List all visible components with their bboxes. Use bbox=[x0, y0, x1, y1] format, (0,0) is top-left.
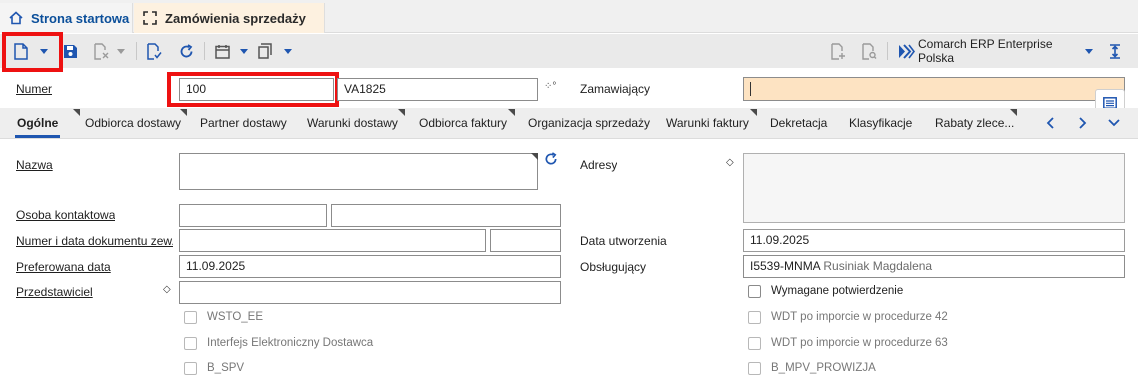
annotation-highlight bbox=[2, 32, 63, 72]
section-tab-strip: Ogólne Odbiorca dostawy Partner dostawy … bbox=[0, 108, 1138, 139]
tab-marker bbox=[180, 109, 187, 116]
wymagane-potwierdzenie-checkbox[interactable] bbox=[748, 285, 761, 298]
interfejs-label: Interfejs Elektroniczny Dostawca bbox=[207, 337, 374, 349]
wsto-ee-label: WSTO_EE bbox=[207, 311, 264, 323]
zamawiajacy-label: Zamawiający bbox=[580, 82, 651, 96]
numer-dokumentu-field[interactable] bbox=[179, 229, 486, 252]
refresh-name-icon[interactable] bbox=[544, 152, 558, 169]
preferowana-data-field[interactable]: 11.09.2025 bbox=[179, 255, 561, 278]
tab-home-label: Strona startowa bbox=[31, 10, 130, 26]
tab-scroll-left-icon[interactable] bbox=[1045, 116, 1057, 133]
adresy-field[interactable] bbox=[743, 153, 1125, 223]
company-logo-icon bbox=[896, 40, 916, 62]
check-document-icon[interactable] bbox=[145, 40, 163, 62]
wymagane-potwierdzenie-label: Wymagane potwierdzenie bbox=[771, 285, 904, 297]
section-tab-partner-dostawy[interactable]: Partner dostawy bbox=[200, 108, 287, 139]
section-tab-rabaty[interactable]: Rabaty zlece... bbox=[935, 108, 1014, 139]
print-dropdown[interactable] bbox=[282, 40, 294, 62]
interfejs-checkbox[interactable] bbox=[184, 337, 197, 350]
toolbar-divider bbox=[204, 42, 205, 60]
obslugujacy-field[interactable]: I5539-MNMA Rusiniak Magdalena bbox=[743, 255, 1125, 278]
wdt-63-label: WDT po imporcie w procedurze 63 bbox=[771, 337, 948, 349]
text-cursor bbox=[750, 82, 751, 96]
tab-marker bbox=[73, 109, 80, 116]
section-tab-klasyfikacje[interactable]: Klasyfikacje bbox=[849, 108, 912, 139]
przedstawiciel-field[interactable] bbox=[179, 281, 561, 304]
numer-label: Numer bbox=[16, 82, 53, 96]
toolbar: Comarch ERP Enterprise Polska bbox=[0, 34, 1138, 68]
data-dokumentu-field[interactable] bbox=[490, 229, 561, 252]
tab-overflow-icon[interactable] bbox=[1107, 117, 1121, 132]
tab-scroll-right-icon[interactable] bbox=[1076, 116, 1088, 133]
tab-marker bbox=[508, 109, 515, 116]
company-selector[interactable]: Comarch ERP Enterprise Polska bbox=[918, 37, 1080, 65]
obslugujacy-code: I5539-MNMA bbox=[750, 259, 821, 273]
app-tab-strip: Strona startowa Zamówienia sprzedaży bbox=[0, 0, 1138, 33]
lookup-diamond-icon[interactable]: ◇ bbox=[163, 284, 171, 295]
section-tab-odbiorca-faktury[interactable]: Odbiorca faktury bbox=[419, 108, 507, 139]
delete-document-icon bbox=[92, 40, 110, 62]
nazwa-field[interactable] bbox=[179, 153, 538, 190]
preview-document-icon bbox=[860, 40, 878, 62]
tab-marker bbox=[1010, 109, 1017, 116]
collapse-toolbar-icon[interactable] bbox=[1106, 40, 1124, 62]
section-tab-dekretacja[interactable]: Dekretacja bbox=[770, 108, 827, 139]
print-icon[interactable] bbox=[256, 40, 274, 62]
data-utworzenia-label: Data utworzenia bbox=[580, 234, 667, 248]
adresy-label: Adresy bbox=[580, 158, 618, 172]
tab-sales-orders-label: Zamówienia sprzedaży bbox=[165, 10, 306, 26]
calendar-dropdown[interactable] bbox=[238, 40, 250, 62]
b-spv-checkbox[interactable] bbox=[184, 362, 197, 375]
wsto-ee-checkbox[interactable] bbox=[184, 311, 197, 324]
przedstawiciel-label: Przedstawiciel bbox=[16, 285, 93, 299]
b-spv-label: B_SPV bbox=[207, 362, 245, 374]
section-tab-warunki-faktury[interactable]: Warunki faktury bbox=[666, 108, 749, 139]
tab-marker bbox=[398, 109, 405, 116]
wdt-63-checkbox[interactable] bbox=[748, 337, 761, 350]
save-icon[interactable] bbox=[61, 40, 79, 62]
section-tab-organizacja-sprzedazy[interactable]: Organizacja sprzedaży bbox=[528, 108, 650, 139]
toolbar-divider bbox=[136, 42, 137, 60]
company-name: Comarch ERP Enterprise Polska bbox=[918, 37, 1053, 65]
wdt-42-label: WDT po imporcie w procedurze 42 bbox=[771, 311, 948, 323]
data-utworzenia-field: 11.09.2025 bbox=[743, 229, 1125, 252]
section-tab-warunki-dostawy[interactable]: Warunki dostawy bbox=[307, 108, 398, 139]
section-tab-ogolne[interactable]: Ogólne bbox=[14, 108, 61, 139]
wdt-42-checkbox[interactable] bbox=[748, 311, 761, 324]
osoba-kontaktowa-field[interactable] bbox=[179, 204, 327, 227]
osoba-kontaktowa-name-field[interactable] bbox=[331, 204, 561, 227]
expand-icon[interactable] bbox=[142, 10, 158, 26]
delete-dropdown bbox=[115, 40, 127, 62]
numer-field[interactable]: 100 bbox=[179, 78, 334, 101]
osoba-kontaktowa-label: Osoba kontaktowa bbox=[16, 208, 116, 222]
b-mpv-prowizja-label: B_MPV_PROWIZJA bbox=[771, 362, 876, 374]
refresh-icon[interactable] bbox=[177, 40, 195, 62]
zamawiajacy-field[interactable] bbox=[743, 77, 1125, 101]
address-diamond-icon[interactable]: ◇ bbox=[726, 157, 734, 168]
obslugujacy-name: Rusiniak Magdalena bbox=[823, 259, 933, 273]
home-icon bbox=[8, 10, 24, 26]
nazwa-label: Nazwa bbox=[16, 158, 53, 172]
preferowana-data-label: Preferowana data bbox=[16, 260, 111, 274]
add-attachment-icon bbox=[829, 40, 847, 62]
tab-home[interactable]: Strona startowa bbox=[0, 3, 133, 33]
company-dropdown[interactable] bbox=[1083, 40, 1095, 62]
obslugujacy-label: Obsługujący bbox=[580, 260, 647, 274]
section-tab-odbiorca-dostawy[interactable]: Odbiorca dostawy bbox=[85, 108, 181, 139]
numer-dokumentu-label: Numer i data dokumentu zew... bbox=[16, 234, 173, 248]
field-marker bbox=[531, 153, 538, 160]
calendar-icon[interactable] bbox=[213, 40, 231, 62]
tab-marker bbox=[750, 109, 757, 116]
tab-sales-orders[interactable]: Zamówienia sprzedaży bbox=[134, 3, 325, 33]
toolbar-divider bbox=[887, 42, 888, 60]
b-mpv-prowizja-checkbox[interactable] bbox=[748, 362, 761, 375]
numer-code-field[interactable]: VA1825 bbox=[337, 78, 538, 101]
number-generator-icon[interactable]: ⁘° bbox=[544, 81, 556, 92]
